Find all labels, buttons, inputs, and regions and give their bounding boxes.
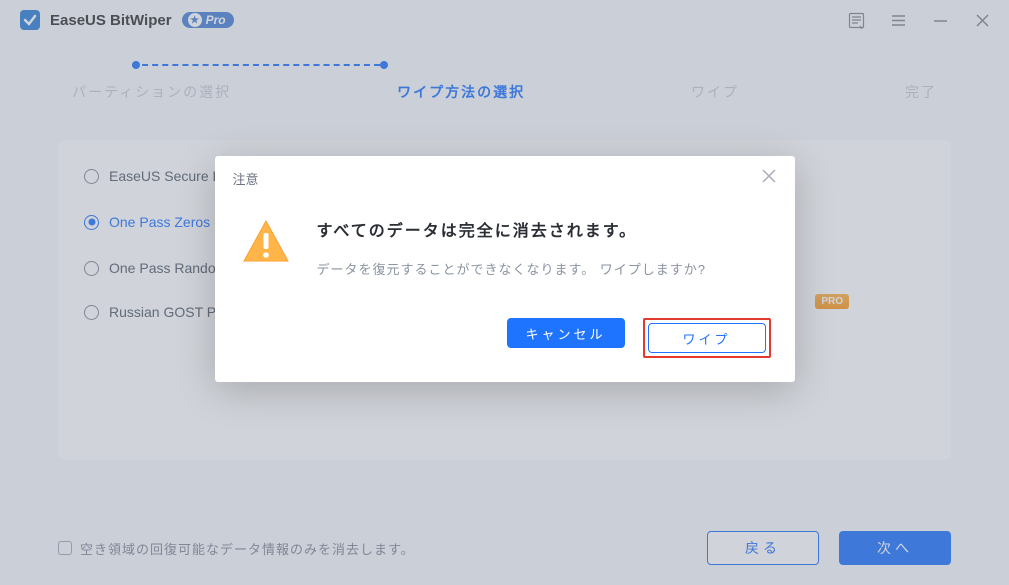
dialog-cancel-button[interactable]: キャンセル: [507, 318, 625, 348]
warning-icon: [241, 217, 291, 267]
dialog-title: 注意: [233, 169, 259, 188]
dialog-heading: すべてのデータは完全に消去されます。: [317, 217, 769, 241]
dialog-text: すべてのデータは完全に消去されます。 データを復元することができなくなります。 …: [317, 217, 769, 278]
dialog-footer: キャンセル ワイプ: [215, 288, 795, 358]
modal-overlay: 注意 すべてのデータは完全に消去されます。 データを復元することができなくなりま…: [0, 0, 1009, 585]
dialog-close-icon[interactable]: [761, 168, 777, 189]
dialog-body: すべてのデータは完全に消去されます。 データを復元することができなくなります。 …: [215, 197, 795, 288]
wipe-button-highlight: ワイプ: [643, 318, 771, 358]
dialog-header: 注意: [215, 156, 795, 197]
dialog-message: データを復元することができなくなります。 ワイプしますか?: [317, 259, 769, 278]
dialog-wipe-button[interactable]: ワイプ: [648, 323, 766, 353]
confirm-dialog: 注意 すべてのデータは完全に消去されます。 データを復元することができなくなりま…: [215, 156, 795, 382]
